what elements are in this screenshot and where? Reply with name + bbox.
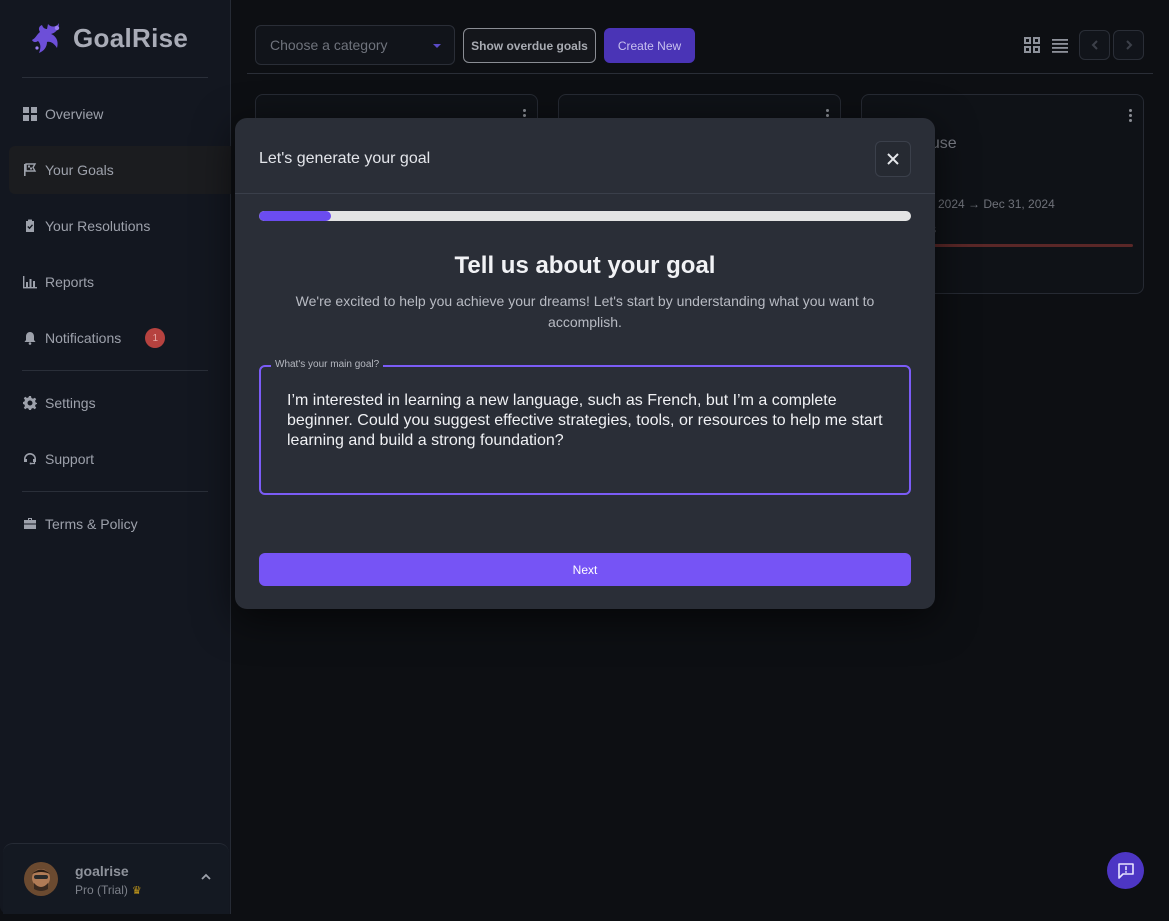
caret-down-icon bbox=[433, 44, 441, 48]
close-icon bbox=[887, 153, 899, 165]
sidebar-item-label: Support bbox=[45, 451, 95, 467]
close-modal-button[interactable] bbox=[875, 141, 911, 177]
sidebar-divider bbox=[22, 370, 208, 371]
bell-icon bbox=[23, 331, 37, 345]
main-goal-label: What's your main goal? bbox=[271, 359, 384, 370]
sidebar-item-notifications[interactable]: Notifications 1 bbox=[9, 314, 231, 362]
modal-subtitle: We're excited to help you achieve your d… bbox=[295, 293, 875, 330]
more-vertical-icon[interactable] bbox=[1129, 109, 1133, 125]
next-button[interactable]: Next bbox=[259, 553, 911, 586]
sidebar-item-terms-policy[interactable]: Terms & Policy bbox=[9, 500, 231, 548]
chevron-right-icon bbox=[1125, 40, 1132, 50]
user-plan: Pro (Trial) ♛ bbox=[75, 883, 142, 897]
generate-goal-modal: Let's generate your goal Tell us about y… bbox=[235, 118, 935, 609]
sidebar-divider bbox=[22, 77, 208, 78]
goalrise-logo-icon bbox=[32, 23, 60, 53]
step-progress-bar bbox=[259, 211, 911, 221]
create-new-button[interactable]: Create New bbox=[604, 28, 695, 63]
chevron-left-icon bbox=[1091, 40, 1098, 50]
clipboard-check-icon bbox=[23, 219, 37, 233]
sidebar-item-label: Settings bbox=[45, 395, 96, 411]
grid-view-icon[interactable] bbox=[1023, 36, 1041, 54]
user-name: goalrise bbox=[75, 863, 129, 879]
sidebar: GoalRise Overview Your Goals Your Resolu… bbox=[0, 0, 231, 914]
sidebar-item-label: Notifications bbox=[45, 330, 122, 346]
briefcase-icon bbox=[23, 517, 37, 531]
user-profile-card[interactable]: goalrise Pro (Trial) ♛ bbox=[3, 843, 229, 914]
goal-card-progress-bar bbox=[902, 244, 1133, 247]
show-overdue-goals-button[interactable]: Show overdue goals bbox=[463, 28, 596, 63]
crown-icon: ♛ bbox=[131, 884, 142, 897]
notification-count-badge: 1 bbox=[145, 328, 166, 348]
gear-icon bbox=[23, 396, 37, 410]
modal-heading: Tell us about your goal bbox=[454, 252, 716, 279]
category-select[interactable]: Choose a category bbox=[255, 25, 455, 65]
sidebar-item-your-resolutions[interactable]: Your Resolutions bbox=[9, 202, 231, 250]
flag-icon bbox=[23, 163, 37, 177]
step-progress-fill bbox=[259, 211, 331, 221]
sidebar-item-overview[interactable]: Overview bbox=[9, 90, 231, 138]
app-root: GoalRise Overview Your Goals Your Resolu… bbox=[0, 0, 1169, 921]
goal-card-dates: 2024 → Dec 31, 2024 bbox=[938, 197, 1055, 211]
bar-chart-icon bbox=[23, 275, 37, 289]
sidebar-item-settings[interactable]: Settings bbox=[9, 379, 231, 427]
chat-alert-icon bbox=[1117, 862, 1134, 879]
modal-divider bbox=[235, 193, 935, 194]
headset-icon bbox=[23, 452, 37, 466]
feedback-chat-button[interactable] bbox=[1107, 852, 1144, 889]
list-view-icon[interactable] bbox=[1051, 36, 1069, 54]
sidebar-item-label: Your Goals bbox=[45, 162, 114, 178]
modal-title: Let's generate your goal bbox=[259, 150, 431, 167]
sidebar-item-reports[interactable]: Reports bbox=[9, 258, 231, 306]
brand[interactable]: GoalRise bbox=[30, 20, 188, 56]
previous-page-button[interactable] bbox=[1079, 30, 1110, 60]
brand-name: GoalRise bbox=[73, 22, 189, 53]
dashboard-icon bbox=[23, 107, 37, 121]
sidebar-item-label: Your Resolutions bbox=[45, 218, 151, 234]
toolbar-divider bbox=[247, 73, 1153, 74]
chevron-up-icon[interactable] bbox=[199, 870, 213, 884]
sidebar-item-your-goals[interactable]: Your Goals bbox=[9, 146, 231, 194]
main-goal-textarea[interactable]: What's your main goal? I’m interested in… bbox=[259, 359, 911, 495]
main-goal-value[interactable]: I’m interested in learning a new languag… bbox=[287, 391, 887, 451]
sidebar-divider bbox=[22, 491, 208, 492]
sidebar-item-label: Terms & Policy bbox=[45, 516, 138, 532]
user-plan-label: Pro (Trial) bbox=[75, 883, 128, 897]
sidebar-item-label: Overview bbox=[45, 106, 104, 122]
sidebar-item-label: Reports bbox=[45, 274, 95, 290]
category-select-placeholder: Choose a category bbox=[270, 37, 388, 53]
avatar bbox=[24, 862, 58, 896]
sidebar-item-support[interactable]: Support bbox=[9, 435, 231, 483]
next-page-button[interactable] bbox=[1113, 30, 1144, 60]
